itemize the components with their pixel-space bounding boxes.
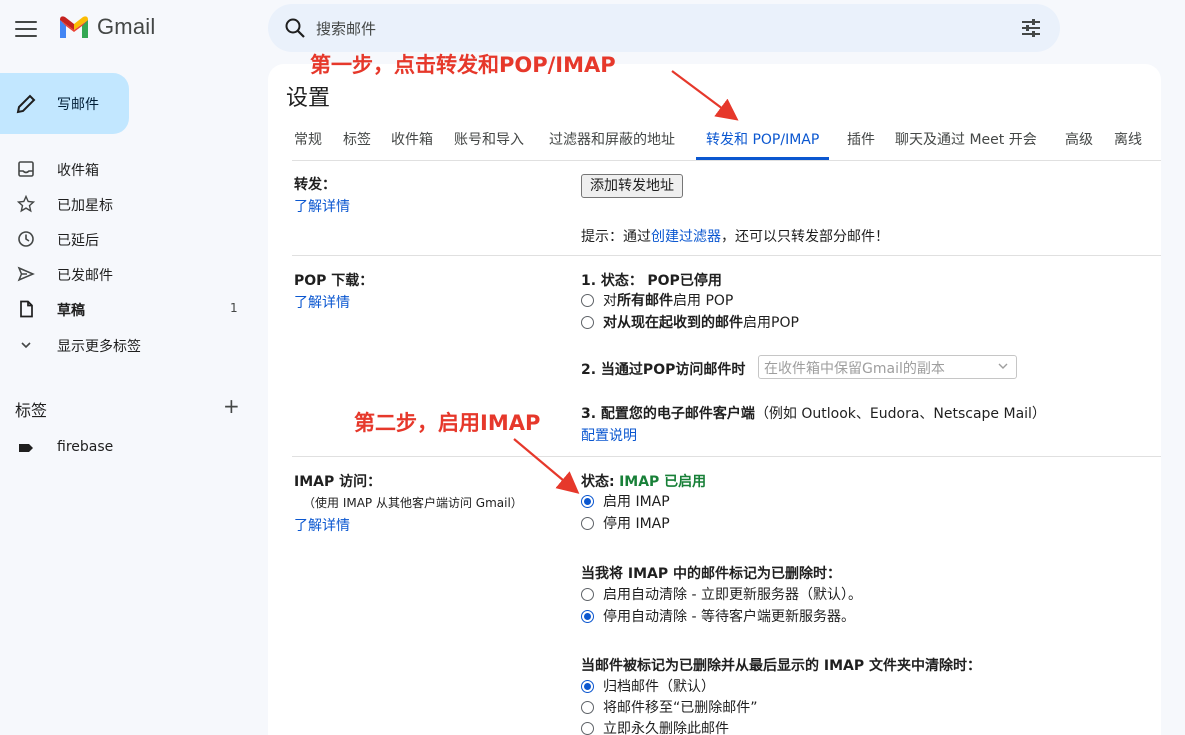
imap-disable-radio[interactable]: 停用 IMAP bbox=[581, 513, 670, 533]
sidebar-item-label: 已发邮件 bbox=[57, 268, 113, 284]
sidebar-item-more-labels[interactable]: 显示更多标签 bbox=[0, 329, 260, 361]
auto-expunge-off-radio[interactable]: 停用自动清除 - 等待客户端更新服务器。 bbox=[581, 606, 855, 626]
app-name: Gmail bbox=[97, 14, 156, 39]
radio-selected-icon[interactable] bbox=[581, 679, 594, 693]
create-filter-link[interactable]: 创建过滤器 bbox=[651, 229, 721, 245]
section-divider bbox=[292, 255, 1161, 256]
imap-title: IMAP 访问： bbox=[294, 474, 382, 490]
sidebar-item-label: 已延后 bbox=[57, 233, 99, 249]
draft-icon bbox=[20, 300, 33, 318]
pop-all-mail-radio[interactable]: 对所有邮件 启用 POP bbox=[581, 290, 733, 310]
archive-radio[interactable]: 归档邮件（默认） bbox=[581, 676, 715, 696]
radio-selected-icon[interactable] bbox=[581, 494, 594, 508]
chevron-down-icon bbox=[998, 363, 1008, 369]
annotation-step1: 第一步，点击转发和POP/IMAP bbox=[310, 53, 616, 77]
imap-subtitle: （使用 IMAP 从其他客户端访问 Gmail） bbox=[303, 496, 523, 510]
sidebar-item-label: 草稿 bbox=[57, 303, 85, 319]
tab-inbox[interactable]: 收件箱 bbox=[391, 120, 433, 160]
pop-title: POP 下载： bbox=[294, 273, 374, 289]
auto-expunge-on-radio[interactable]: 启用自动清除 - 立即更新服务器（默认）。 bbox=[581, 584, 862, 604]
sidebar-item-label: 收件箱 bbox=[57, 163, 99, 179]
labels-section-title: 标签 bbox=[15, 401, 48, 420]
sidebar-item-label: firebase bbox=[57, 439, 114, 455]
tabs-divider bbox=[292, 160, 1161, 161]
sidebar-item-drafts[interactable]: 草稿 1 bbox=[0, 293, 260, 325]
imap-expunge-title: 当邮件被标记为已删除并从最后显示的 IMAP 文件夹中清除时： bbox=[581, 658, 981, 674]
section-divider bbox=[292, 456, 1161, 457]
tab-forwarding-pop-imap[interactable]: 转发和 POP/IMAP bbox=[696, 120, 830, 160]
sidebar-item-starred[interactable]: 已加星标 bbox=[0, 188, 260, 220]
forwarding-learn-more-link[interactable]: 了解详情 bbox=[294, 196, 350, 216]
tab-labels[interactable]: 标签 bbox=[343, 120, 371, 160]
search-options-icon[interactable] bbox=[1020, 18, 1042, 38]
radio-icon[interactable] bbox=[581, 516, 594, 530]
gmail-logo[interactable]: Gmail bbox=[57, 14, 155, 40]
sidebar-item-inbox[interactable]: 收件箱 bbox=[0, 153, 260, 185]
radio-icon[interactable] bbox=[581, 587, 594, 601]
compose-button[interactable]: 写邮件 bbox=[0, 73, 129, 134]
radio-icon[interactable] bbox=[581, 293, 594, 307]
sidebar-item-snoozed[interactable]: 已延后 bbox=[0, 223, 260, 255]
send-icon bbox=[17, 266, 35, 282]
tab-chat-meet[interactable]: 聊天及通过 Meet 开会 bbox=[895, 120, 1037, 160]
tab-advanced[interactable]: 高级 bbox=[1065, 120, 1093, 160]
search-bar[interactable]: 搜索邮件 bbox=[268, 4, 1060, 52]
star-icon bbox=[17, 195, 35, 213]
draft-count: 1 bbox=[230, 301, 238, 315]
delete-forever-radio[interactable]: 立即永久删除此邮件 bbox=[581, 718, 729, 735]
radio-icon[interactable] bbox=[581, 700, 594, 714]
gmail-m-icon bbox=[60, 16, 88, 38]
forwarding-title: 转发： bbox=[294, 177, 336, 193]
add-forwarding-address-button[interactable]: 添加转发地址 bbox=[581, 174, 683, 198]
imap-learn-more-link[interactable]: 了解详情 bbox=[294, 515, 350, 535]
tab-offline[interactable]: 离线 bbox=[1114, 120, 1142, 160]
config-instructions-link[interactable]: 配置说明 bbox=[581, 425, 637, 445]
pop-status: 1. 状态： POP已停用 bbox=[581, 273, 722, 289]
compose-label: 写邮件 bbox=[57, 97, 99, 113]
radio-selected-icon[interactable] bbox=[581, 609, 594, 623]
chevron-down-icon bbox=[21, 342, 31, 349]
sidebar-item-label: 已加星标 bbox=[57, 198, 113, 214]
inbox-icon bbox=[18, 161, 34, 177]
label-icon bbox=[19, 444, 33, 452]
search-input[interactable]: 搜索邮件 bbox=[316, 18, 376, 39]
imap-status: 状态: IMAP 已启用 bbox=[581, 474, 707, 490]
radio-icon[interactable] bbox=[581, 315, 594, 329]
search-icon[interactable] bbox=[284, 17, 306, 39]
pop-learn-more-link[interactable]: 了解详情 bbox=[294, 292, 350, 312]
pop-from-now-radio[interactable]: 对从现在起收到的邮件 启用POP bbox=[581, 312, 799, 332]
sidebar-item-label: 显示更多标签 bbox=[57, 339, 141, 355]
move-to-trash-radio[interactable]: 将邮件移至“已删除邮件” bbox=[581, 697, 758, 717]
sidebar-item-sent[interactable]: 已发邮件 bbox=[0, 258, 260, 290]
radio-icon[interactable] bbox=[581, 721, 594, 735]
clock-icon bbox=[18, 231, 34, 247]
tab-addons[interactable]: 插件 bbox=[847, 120, 875, 160]
pop-access-select[interactable]: 在收件箱中保留Gmail的副本 bbox=[758, 355, 1017, 379]
annotation-step2: 第二步，启用IMAP bbox=[354, 411, 541, 435]
pencil-icon bbox=[16, 94, 36, 114]
tab-general[interactable]: 常规 bbox=[294, 120, 322, 160]
page-title: 设置 bbox=[286, 86, 331, 111]
settings-panel bbox=[268, 64, 1161, 735]
imap-enable-radio[interactable]: 启用 IMAP bbox=[581, 491, 670, 511]
add-label-button[interactable]: + bbox=[223, 396, 240, 416]
tab-accounts-import[interactable]: 账号和导入 bbox=[454, 120, 524, 160]
pop-client-config: 3. 配置您的电子邮件客户端（例如 Outlook、Eudora、Netscap… bbox=[581, 406, 1046, 422]
imap-deleted-title: 当我将 IMAP 中的邮件标记为已删除时： bbox=[581, 566, 841, 582]
pop-access-label: 2. 当通过POP访问邮件时 bbox=[581, 362, 746, 378]
forwarding-tip: 提示：通过创建过滤器，还可以只转发部分邮件！ bbox=[581, 229, 889, 245]
main-menu-button[interactable] bbox=[12, 17, 40, 41]
sidebar-item-label-firebase[interactable]: firebase bbox=[0, 432, 260, 464]
tab-filters[interactable]: 过滤器和屏蔽的地址 bbox=[549, 120, 675, 160]
